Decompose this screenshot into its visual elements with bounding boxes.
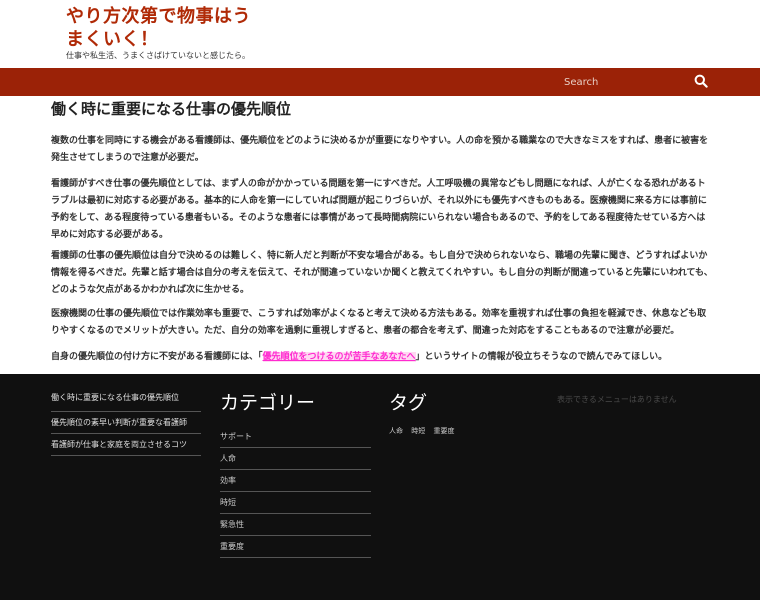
recent-post-link[interactable]: 働く時に重要になる仕事の優先順位 (51, 390, 201, 412)
site-header: やり方次第で物事はうまくいく！ 仕事や私生活、うまくさばけていないと感じたら。 (0, 0, 760, 68)
article-paragraph: 看護師の仕事の優先順位は自分で決めるのは難しく、特に新人だと判断が不安な場合があ… (51, 251, 713, 295)
recent-posts-widget: 働く時に重要になる仕事の優先順位 優先順位の素早い判断が重要な看護師 看護師が仕… (51, 390, 201, 456)
tag-link[interactable]: 重要度 (433, 427, 454, 435)
main-navbar (0, 68, 760, 96)
article-paragraph: 複数の仕事を同時にする機会がある看護師は、優先順位をどのように決めるかが重要にな… (51, 136, 709, 163)
category-item[interactable]: 人命 (220, 448, 371, 470)
category-list: サポート 人命 効率 時短 緊急性 重要度 (220, 426, 371, 558)
category-item[interactable]: サポート (220, 426, 371, 448)
tag-widget: タグ 人命 時短 重要度 (389, 390, 539, 436)
site-description: 仕事や私生活、うまくさばけていないと感じたら。 (66, 51, 250, 60)
tag-link[interactable]: 人命 (389, 427, 403, 435)
recent-post-link[interactable]: 看護師が仕事と家庭を両立させるコツ (51, 434, 201, 456)
empty-menu-notice: 表示できるメニューはありません (557, 395, 677, 404)
main-content: 働く時に重要になる仕事の優先順位 複数の仕事を同時にする機会がある看護師は、優先… (51, 96, 713, 362)
tag-heading: タグ (389, 392, 428, 414)
search-icon (694, 74, 708, 88)
category-heading: カテゴリー (220, 392, 316, 414)
tag-link[interactable]: 時短 (411, 427, 425, 435)
category-item[interactable]: 時短 (220, 492, 371, 514)
article-title: 働く時に重要になる仕事の優先順位 (51, 100, 292, 118)
last-paragraph-after: 」というサイトの情報が役立ちそうなので読んでみてほしい。 (415, 352, 668, 362)
last-paragraph-before: 自身の優先順位の付け方に不安がある看護師には、「 (51, 352, 263, 362)
category-widget: カテゴリー サポート 人命 効率 時短 緊急性 重要度 (220, 390, 371, 558)
site-title[interactable]: やり方次第で物事はうまくいく！ (66, 5, 266, 51)
category-item[interactable]: 緊急性 (220, 514, 371, 536)
search-button[interactable] (688, 71, 714, 93)
tag-cloud: 人命 時短 重要度 (389, 426, 539, 436)
site-footer: 働く時に重要になる仕事の優先順位 優先順位の素早い判断が重要な看護師 看護師が仕… (0, 374, 760, 600)
search-input[interactable] (556, 72, 686, 92)
category-item[interactable]: 効率 (220, 470, 371, 492)
article-paragraph-last: 自身の優先順位の付け方に不安がある看護師には、「優先順位をつけるのが苦手なあなた… (51, 349, 713, 366)
article-paragraph: 医療機関の仕事の優先順位では作業効率も重要で、こうすれば効率がよくなると考えて決… (51, 309, 707, 336)
article-paragraph: 看護師がすべき仕事の優先順位としては、まず人の命がかかっている問題を第一にすべき… (51, 179, 707, 240)
recommended-site-link[interactable]: 優先順位をつけるのが苦手なあなたへ (262, 352, 416, 362)
category-item[interactable]: 重要度 (220, 536, 371, 558)
recent-post-link[interactable]: 優先順位の素早い判断が重要な看護師 (51, 412, 201, 434)
